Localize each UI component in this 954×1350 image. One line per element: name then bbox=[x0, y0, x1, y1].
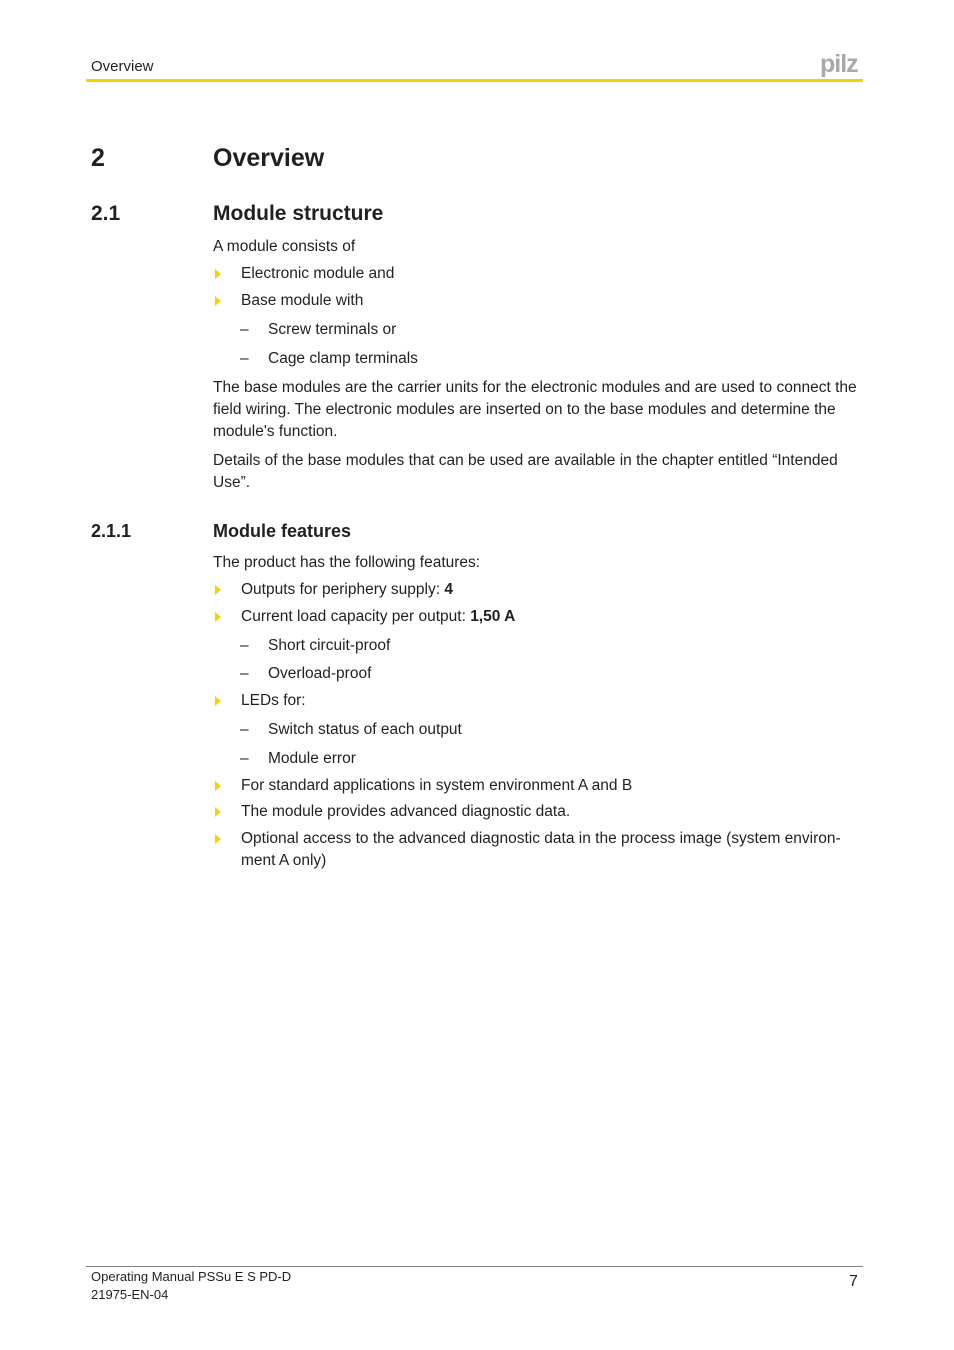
subsection-title: Module features bbox=[213, 521, 352, 541]
list-item-text: Electronic module and bbox=[241, 265, 395, 282]
paragraph: Details of the base modules that can be … bbox=[213, 452, 838, 491]
chapter-title: Overview bbox=[213, 144, 325, 172]
feature-label: The module provides advanced diagnostic … bbox=[241, 803, 571, 820]
triangle-bullet-icon bbox=[215, 269, 221, 279]
section-intro: A module consists of bbox=[213, 238, 356, 255]
triangle-bullet-icon bbox=[215, 585, 221, 595]
sub-list-item-text: Screw terminals or bbox=[268, 321, 397, 338]
footer-divider bbox=[86, 1266, 863, 1267]
feature-value: 1,50 A bbox=[470, 608, 516, 625]
subsection-intro: The product has the following features: bbox=[213, 554, 481, 571]
sub-list-item-text: Cage clamp terminals bbox=[268, 350, 418, 367]
feature-label: Optional access to the advanced diagnost… bbox=[241, 830, 841, 869]
sub-list-item-text: Module error bbox=[268, 750, 356, 767]
sub-list-item-text: Switch status of each output bbox=[268, 721, 462, 738]
chapter-number: 2 bbox=[91, 144, 105, 172]
running-header-title: Overview bbox=[91, 58, 154, 75]
dash-bullet-icon: – bbox=[240, 350, 249, 367]
sub-list-item-text: Overload-proof bbox=[268, 665, 372, 682]
dash-bullet-icon: – bbox=[240, 665, 249, 682]
feature-label: Current load capacity per output: bbox=[241, 608, 471, 625]
subsection-number: 2.1.1 bbox=[91, 521, 132, 541]
dash-bullet-icon: – bbox=[240, 637, 249, 654]
dash-bullet-icon: – bbox=[240, 750, 249, 767]
dash-bullet-icon: – bbox=[240, 321, 249, 338]
paragraph: The base modules are the carrier units f… bbox=[213, 379, 857, 440]
sub-list-item-text: Short circuit-proof bbox=[268, 637, 391, 654]
feature-label: LEDs for: bbox=[241, 692, 306, 709]
triangle-bullet-icon bbox=[215, 296, 221, 306]
footer-manual-title: Operating Manual PSSu E S PD-D bbox=[91, 1269, 292, 1284]
triangle-bullet-icon bbox=[215, 834, 221, 844]
section-title: Module structure bbox=[213, 202, 384, 225]
dash-bullet-icon: – bbox=[240, 721, 249, 738]
page-number: 7 bbox=[849, 1273, 858, 1290]
feature-value: 4 bbox=[444, 581, 453, 598]
triangle-bullet-icon bbox=[215, 781, 221, 791]
triangle-bullet-icon bbox=[215, 807, 221, 817]
triangle-bullet-icon bbox=[215, 612, 221, 622]
pilz-logo: pilz bbox=[820, 50, 859, 78]
footer-doc-number: 21975-EN-04 bbox=[91, 1287, 169, 1302]
feature-label: For standard applications in system envi… bbox=[241, 777, 633, 794]
section-number: 2.1 bbox=[91, 202, 121, 225]
triangle-bullet-icon bbox=[215, 696, 221, 706]
feature-label: Outputs for periphery supply: bbox=[241, 581, 445, 598]
list-item-text: Base module with bbox=[241, 292, 364, 309]
header-divider bbox=[86, 79, 863, 82]
